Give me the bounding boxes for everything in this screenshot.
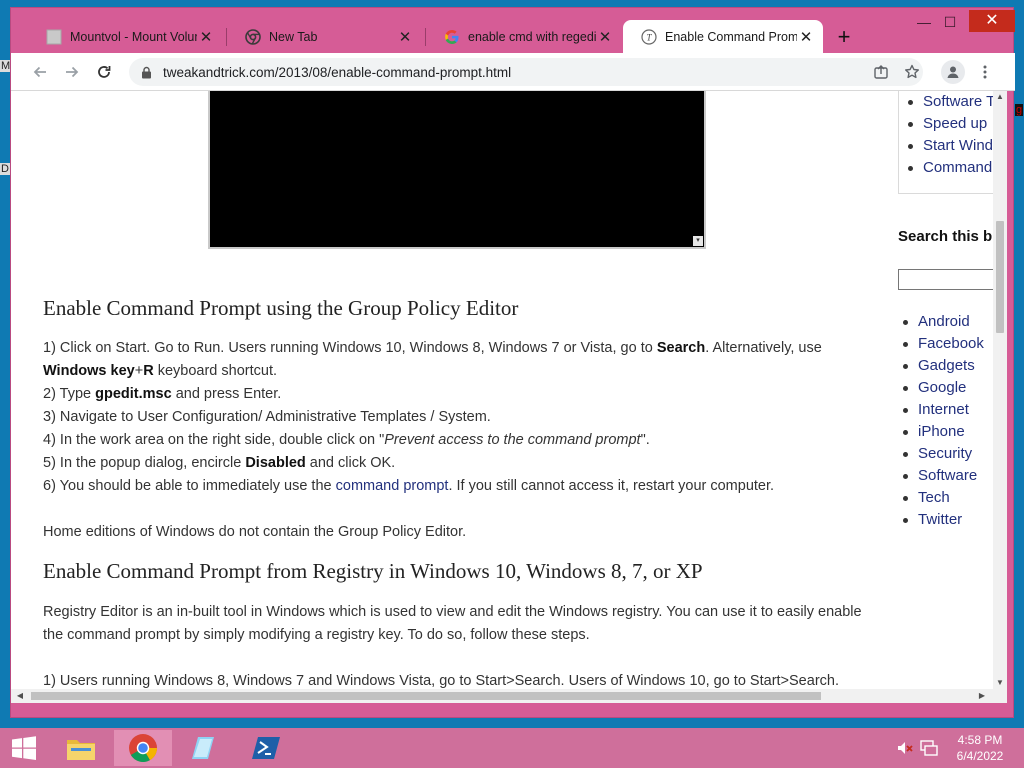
system-clock[interactable]: 4:58 PM 6/4/2022 xyxy=(944,732,1016,764)
labels-list: Android Facebook Gadgets Google Internet… xyxy=(898,311,993,531)
powershell-icon[interactable] xyxy=(238,730,296,766)
google-icon xyxy=(444,29,460,45)
scroll-down-icon[interactable]: ▼ xyxy=(993,677,1007,689)
menu-icon[interactable] xyxy=(974,61,996,83)
related-post-link[interactable]: Software T xyxy=(899,91,993,113)
page-viewport: ▾ Enable Command Prompt using the Group … xyxy=(11,91,993,689)
scroll-up-icon[interactable]: ▲ xyxy=(993,91,1007,103)
forward-icon[interactable] xyxy=(61,61,83,83)
url-text: tweakandtrick.com/2013/08/enable-command… xyxy=(163,64,512,80)
profile-icon[interactable] xyxy=(941,60,965,84)
vertical-scrollbar[interactable]: ▲ ▼ xyxy=(993,91,1007,689)
label-link[interactable]: Internet xyxy=(898,399,993,421)
step-line: 1) Click on Start. Go to Run. Users runn… xyxy=(43,340,822,356)
tab-close-icon[interactable]: ✕ xyxy=(797,28,815,46)
related-post-link[interactable]: Command xyxy=(899,157,993,179)
desktop-icon-label-fragment: D xyxy=(0,163,10,175)
chrome-icon xyxy=(245,28,261,45)
scroll-left-icon[interactable]: ◀ xyxy=(13,689,27,703)
step-line: 6) You should be able to immediately use… xyxy=(43,478,775,494)
label-link[interactable]: Software xyxy=(898,465,993,487)
embedded-video-player[interactable]: ▾ xyxy=(208,91,706,249)
clock-date: 6/4/2022 xyxy=(956,749,1004,763)
tab-title: Mountvol - Mount Volume xyxy=(70,29,197,44)
tab-strip: Mountvol - Mount Volume ✕ New Tab ✕ enab… xyxy=(11,8,1015,53)
step-line: 2) Type gpedit.msc and press Enter. xyxy=(43,386,282,402)
tab-close-icon[interactable]: ✕ xyxy=(596,28,614,46)
related-post-link[interactable]: Start Wind xyxy=(899,135,993,157)
label-link[interactable]: Facebook xyxy=(898,333,993,355)
blog-sidebar: Software T Speed up Start Wind Command S… xyxy=(898,91,993,689)
reload-icon[interactable] xyxy=(93,61,115,83)
file-explorer-icon[interactable] xyxy=(52,730,110,766)
start-icon[interactable] xyxy=(0,730,48,766)
new-tab-button[interactable]: + xyxy=(833,26,855,48)
horizontal-scroll-thumb[interactable] xyxy=(31,692,821,700)
step-line: 5) In the popup dialog, encircle Disable… xyxy=(43,455,396,471)
horizontal-scrollbar[interactable]: ◀ ▶ xyxy=(11,689,1007,703)
scroll-right-icon[interactable]: ▶ xyxy=(975,689,989,703)
lock-icon[interactable] xyxy=(141,65,153,79)
network-icon[interactable] xyxy=(920,739,938,757)
browser-window: Mountvol - Mount Volume ✕ New Tab ✕ enab… xyxy=(10,7,1015,718)
section-heading: Enable Command Prompt from Registry in W… xyxy=(43,559,703,583)
clock-time: 4:58 PM xyxy=(957,733,1003,747)
tab-title: Enable Command Prompt xyxy=(665,29,797,44)
related-post-link[interactable]: Speed up xyxy=(899,113,993,135)
home-editions-note: Home editions of Windows do not contain … xyxy=(43,524,467,540)
volume-muted-icon[interactable] xyxy=(896,739,914,757)
tab-enable-command-prompt[interactable]: T Enable Command Prompt ✕ xyxy=(623,20,823,53)
back-icon[interactable] xyxy=(29,61,51,83)
tab-title: enable cmd with regedit xyxy=(468,29,596,44)
command-prompt-link[interactable]: command prompt xyxy=(336,478,449,494)
tab-new-tab[interactable]: New Tab ✕ xyxy=(227,20,422,53)
label-link[interactable]: Security xyxy=(898,443,993,465)
desktop-window-fragment: g xyxy=(1015,104,1024,116)
label-link[interactable]: Android xyxy=(898,311,993,333)
tab-title: New Tab xyxy=(269,29,318,44)
resize-handle-icon[interactable]: ▾ xyxy=(693,236,703,246)
star-icon[interactable] xyxy=(901,61,923,83)
label-link[interactable]: Google xyxy=(898,377,993,399)
vertical-scroll-thumb[interactable] xyxy=(996,221,1004,333)
tab-mountvol[interactable]: Mountvol - Mount Volume ✕ xyxy=(28,20,223,53)
taskbar: 4:58 PM 6/4/2022 xyxy=(0,728,1024,768)
maximize-button[interactable]: ☐ xyxy=(935,12,965,32)
registry-intro: Registry Editor is an in-built tool in W… xyxy=(43,604,862,643)
search-input[interactable] xyxy=(898,269,993,290)
chrome-icon[interactable] xyxy=(114,730,172,766)
share-icon[interactable] xyxy=(870,61,892,83)
page-icon xyxy=(46,29,62,45)
step-line: 4) In the work area on the right side, d… xyxy=(43,432,650,448)
label-link[interactable]: Twitter xyxy=(898,509,993,531)
tab-close-icon[interactable]: ✕ xyxy=(197,28,215,46)
related-posts-list: Software T Speed up Start Wind Command xyxy=(898,91,993,194)
label-link[interactable]: Tech xyxy=(898,487,993,509)
registry-step-1: 1) Users running Windows 8, Windows 7 an… xyxy=(43,673,839,689)
close-window-button[interactable]: ✕ xyxy=(969,10,1015,32)
label-link[interactable]: iPhone xyxy=(898,421,993,443)
tweakandtrick-icon: T xyxy=(641,28,657,45)
browser-toolbar: tweakandtrick.com/2013/08/enable-command… xyxy=(11,53,1015,91)
tab-close-icon[interactable]: ✕ xyxy=(396,28,414,46)
label-link[interactable]: Gadgets xyxy=(898,355,993,377)
section-heading: Enable Command Prompt using the Group Po… xyxy=(43,296,519,320)
step-line: Windows key+R keyboard shortcut. xyxy=(43,363,278,379)
search-widget-title: Search this b xyxy=(898,228,993,245)
notepad-icon[interactable] xyxy=(176,730,234,766)
address-bar[interactable]: tweakandtrick.com/2013/08/enable-command… xyxy=(129,58,923,86)
tab-google-search[interactable]: enable cmd with regedit ✕ xyxy=(426,20,622,53)
step-line: 3) Navigate to User Configuration/ Admin… xyxy=(43,409,491,425)
